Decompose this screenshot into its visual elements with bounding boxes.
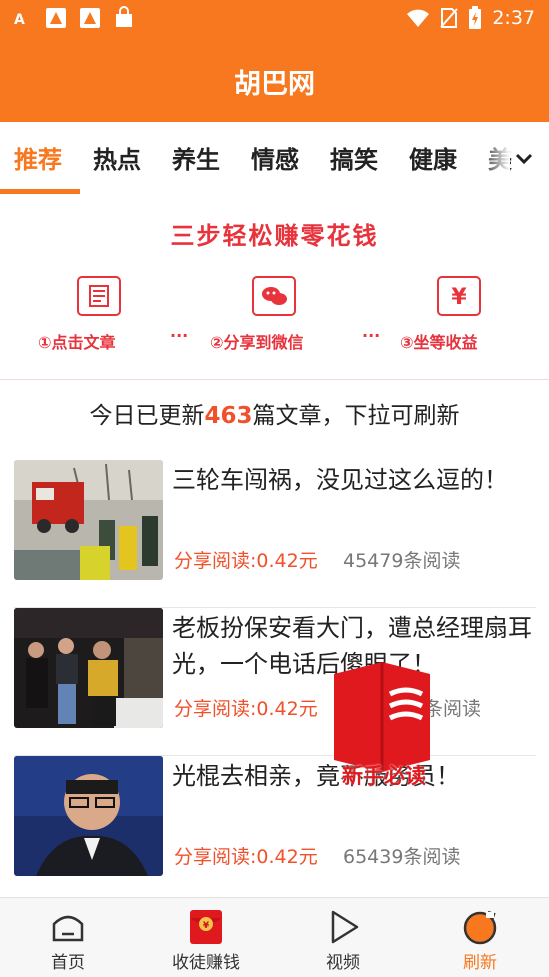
article-item[interactable]: 三轮车闯祸，没见过这么逗的！ 分享阅读:0.42元 45479条阅读 — [14, 460, 536, 608]
nav-home-label: 首页 — [51, 953, 85, 973]
nav-home[interactable]: 首页 — [8, 898, 128, 977]
step-2-label: ②分享到微信 — [210, 333, 304, 352]
bottom-nav: 首页 ¥ 收徒赚钱 视频 刷新 — [0, 897, 549, 977]
tab-recommend[interactable]: 推荐 — [14, 140, 62, 175]
wechat-icon — [252, 276, 296, 316]
svg-text:¥: ¥ — [203, 921, 210, 931]
article-title: 三轮车闯祸，没见过这么逗的！ — [172, 466, 508, 494]
tab-health[interactable]: 健康 — [409, 140, 457, 175]
svg-text:¥: ¥ — [451, 285, 467, 310]
home-icon — [52, 915, 84, 942]
status-bar: A 2:37 — [0, 0, 549, 40]
step-separator: ··· — [170, 326, 189, 345]
play-icon — [331, 910, 359, 944]
article-thumbnail — [14, 756, 163, 876]
page-title: 胡巴网 — [234, 69, 315, 100]
status-time: 2:37 — [492, 7, 535, 29]
article-icon — [77, 276, 121, 316]
article-read-count: 65439条阅读 — [343, 846, 461, 868]
nav-refresh-label: 刷新 — [463, 953, 497, 973]
nav-video[interactable]: 视频 — [283, 898, 403, 977]
notice-prefix: 今日已更新 — [89, 403, 205, 429]
tab-hot[interactable]: 热点 — [93, 140, 141, 175]
article-item[interactable]: 老板扮保安看大门，遭总经理扇耳光，一个电话后傻眼了！ 分享阅读:0.42元 条阅… — [14, 608, 536, 756]
article-thumbnail — [14, 608, 163, 728]
notice-count: 463 — [204, 403, 253, 429]
article-item[interactable]: 光棍去相亲，竟不服务员！ 分享阅读:0.42元 65439条阅读 — [14, 756, 536, 904]
tab-fade — [480, 132, 510, 188]
banner-title: 三步轻松赚零花钱 — [170, 222, 379, 250]
newbie-guide-label[interactable]: 新手必读 — [326, 760, 442, 790]
earn-steps-banner[interactable]: 三步轻松赚零花钱 ¥ ①点击文章 ··· ②分享到微信 ··· ③坐等收益 — [0, 194, 549, 380]
chevron-down-icon[interactable] — [513, 148, 535, 170]
step-separator: ··· — [362, 326, 381, 345]
article-share-price: 分享阅读:0.42元 — [174, 698, 318, 720]
red-envelope-icon: ¥ — [190, 910, 222, 944]
article-share-price: 分享阅读:0.42元 — [174, 550, 318, 572]
yen-icon: ¥ — [437, 276, 481, 316]
nav-refresh[interactable]: 刷新 — [420, 898, 540, 977]
font-icon: A — [14, 12, 25, 28]
nav-recruit[interactable]: ¥ 收徒赚钱 — [146, 898, 266, 977]
tab-funny[interactable]: 搞笑 — [330, 140, 378, 175]
nav-video-label: 视频 — [326, 953, 360, 973]
notification-icon-2 — [80, 8, 100, 28]
svg-text:A: A — [14, 12, 25, 28]
shopping-bag-icon — [116, 6, 132, 27]
notice-suffix: 篇文章，下拉可刷新 — [252, 403, 460, 429]
step-3-label: ③坐等收益 — [400, 333, 478, 352]
battery-icon — [469, 6, 482, 29]
app-header: A 2:37 胡巴网 — [0, 0, 549, 122]
refresh-icon — [463, 910, 497, 945]
category-tabs: 推荐 热点 养生 情感 搞笑 健康 美 — [0, 122, 549, 194]
tab-health-care[interactable]: 养生 — [172, 140, 220, 175]
tab-emotion[interactable]: 情感 — [251, 140, 299, 175]
update-notice: 今日已更新463篇文章，下拉可刷新 — [0, 396, 549, 430]
step-1-label: ①点击文章 — [38, 333, 116, 352]
wifi-icon — [407, 9, 430, 27]
article-read-count: 45479条阅读 — [343, 550, 461, 572]
nav-recruit-label: 收徒赚钱 — [172, 953, 240, 973]
article-thumbnail — [14, 460, 163, 580]
no-sim-icon — [440, 8, 459, 28]
notification-icon — [46, 8, 66, 28]
article-share-price: 分享阅读:0.42元 — [174, 846, 318, 868]
